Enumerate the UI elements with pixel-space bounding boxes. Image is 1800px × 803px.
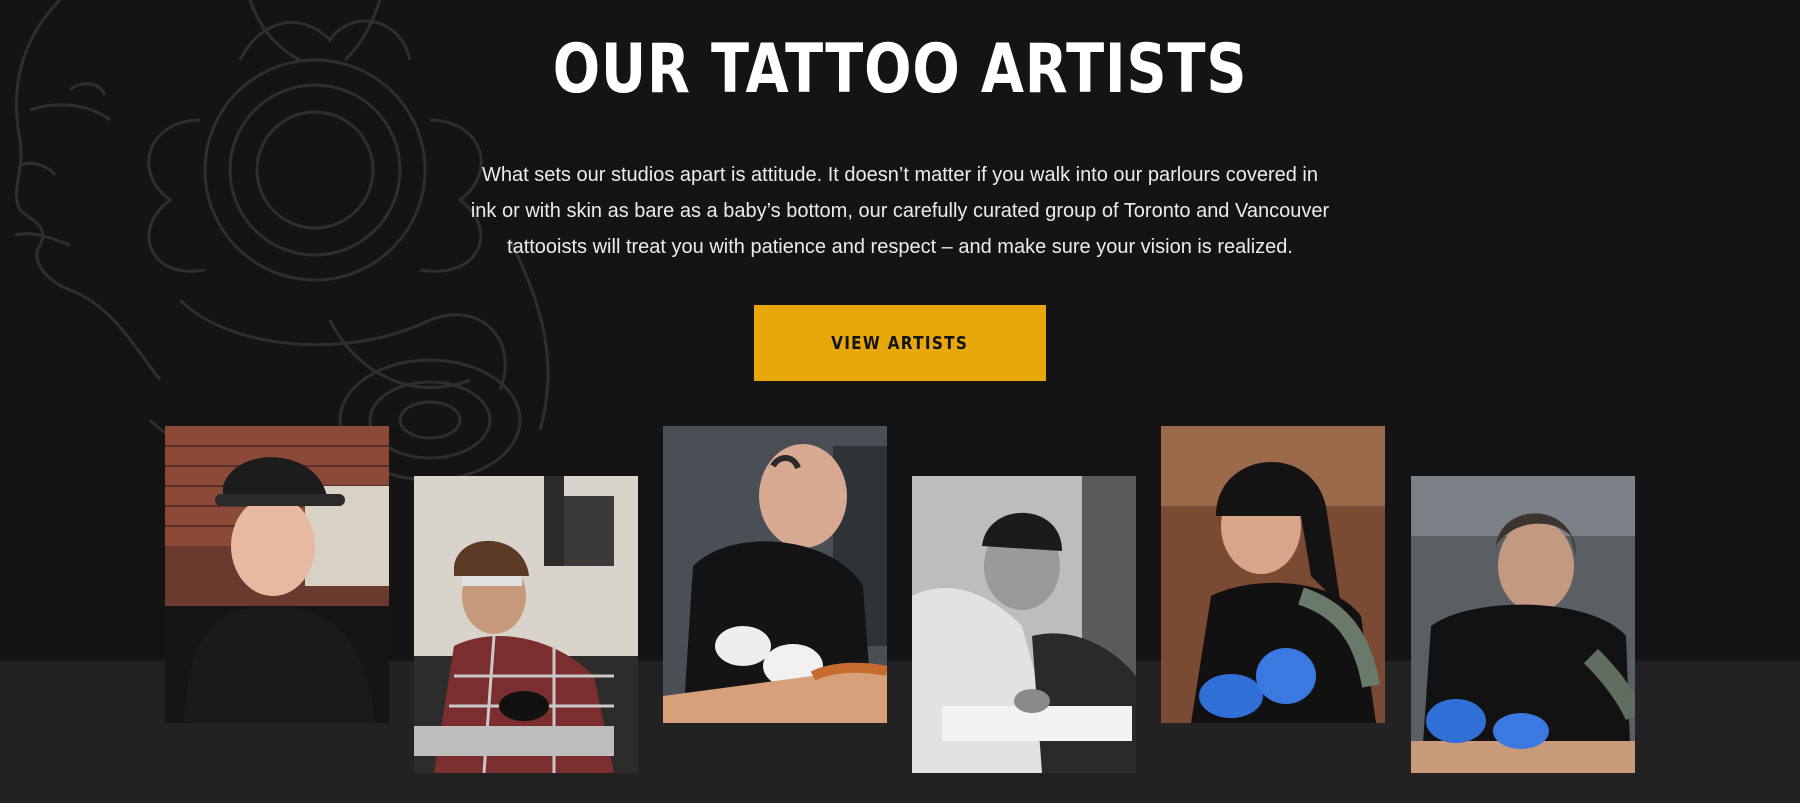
view-artists-button[interactable]: VIEW ARTISTS: [754, 305, 1046, 381]
intro-line-2: ink or with skin as bare as a baby’s bot…: [470, 200, 1330, 222]
section-title: OUR TATTOO ARTISTS: [552, 30, 1248, 109]
artist-photo-slicked-hair-tattooing: [1411, 476, 1635, 773]
artist-photo-plaid-shirt-tattooing: [414, 476, 638, 773]
artist-photo-2[interactable]: [414, 476, 638, 773]
artist-photo-black-white-beanie: [912, 476, 1136, 773]
artist-photo-5[interactable]: [1161, 426, 1385, 723]
view-artists-label: VIEW ARTISTS: [831, 332, 969, 354]
artist-photo-1[interactable]: [165, 426, 389, 723]
artist-photo-4[interactable]: [912, 476, 1136, 773]
artist-photo-3[interactable]: [663, 426, 887, 723]
artist-photo-smiling-cap: [165, 426, 389, 723]
section-intro: What sets our studios apart is attitude.…: [400, 157, 1400, 265]
intro-line-3: tattooists will treat you with patience …: [507, 236, 1293, 258]
intro-line-1: What sets our studios apart is attitude.…: [482, 164, 1318, 186]
artist-photo-woman-blue-gloves: [1161, 426, 1385, 723]
artist-photo-bald-head-tattoo: [663, 426, 887, 723]
artist-photo-6[interactable]: [1411, 476, 1635, 773]
